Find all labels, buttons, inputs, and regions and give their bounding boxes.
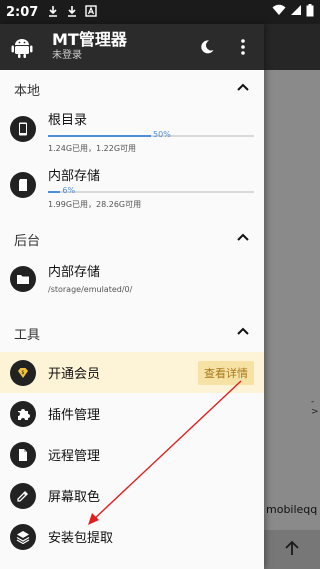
file-icon (10, 441, 36, 468)
puzzle-icon (10, 400, 36, 427)
section-local-title: 本地 (14, 83, 41, 99)
tool-item-membership[interactable]: $ 开通会员 查看详情 (0, 352, 264, 393)
wifi-icon (272, 4, 286, 20)
storage-percent: 50% (153, 130, 171, 139)
storage-progress-fill (48, 135, 151, 137)
background-app-header (264, 24, 320, 70)
storage-item-internal[interactable]: 内部存储 6% 1.99G已用，28.26G可用 (0, 164, 264, 220)
layers-icon (10, 523, 36, 550)
background-small-arrow: -> (311, 397, 319, 417)
header-titles: MT管理器 未登录 (52, 31, 182, 63)
folder-icon (10, 266, 36, 292)
section-tools[interactable]: 工具 (0, 314, 264, 352)
tool-label: 插件管理 (48, 408, 101, 423)
section-background[interactable]: 后台 (0, 220, 264, 258)
section-background-title: 后台 (14, 233, 41, 249)
arrow-up-icon[interactable] (283, 539, 301, 561)
app-title: MT管理器 (52, 30, 127, 49)
login-status[interactable]: 未登录 (52, 49, 182, 63)
more-options-icon[interactable] (232, 36, 254, 58)
storage-detail: 1.99G已用，28.26G可用 (48, 200, 142, 209)
storage-name: 根目录 (48, 113, 88, 128)
tool-item-remote[interactable]: 远程管理 (0, 434, 264, 475)
background-item-path: /storage/emulated/0/ (48, 285, 133, 294)
tool-label: 远程管理 (48, 449, 101, 464)
vip-diamond-icon: $ (10, 359, 36, 386)
section-local[interactable]: 本地 (0, 70, 264, 108)
background-app-footer (264, 530, 320, 569)
tool-label: 开通会员 (48, 367, 101, 382)
storage-progress-fill (48, 191, 61, 193)
download-icon (46, 5, 60, 19)
storage-progress-bar: 50% (48, 130, 254, 139)
chevron-up-icon[interactable] (236, 230, 250, 248)
chevron-up-icon[interactable] (236, 324, 250, 342)
eyedropper-icon (10, 482, 36, 509)
android-icon (10, 35, 34, 59)
background-app-text: mobileqq (266, 503, 318, 516)
download-icon (65, 5, 79, 19)
tool-item-plugin[interactable]: 插件管理 (0, 393, 264, 434)
view-details-button[interactable]: 查看详情 (198, 360, 254, 385)
navigation-drawer: MT管理器 未登录 本地 根目录 50% 1.24G已用，1.22G可用 内部存… (0, 24, 264, 569)
background-app-content[interactable] (264, 70, 320, 569)
status-bar: 2:07 (0, 0, 320, 24)
tool-item-color-picker[interactable]: 屏幕取色 (0, 475, 264, 516)
tool-label: 安装包提取 (48, 531, 114, 546)
status-time: 2:07 (6, 4, 39, 20)
tool-label: 屏幕取色 (48, 490, 101, 505)
battery-icon (306, 3, 314, 21)
svg-text:$: $ (21, 370, 24, 376)
drawer-header: MT管理器 未登录 (0, 24, 264, 70)
status-right (272, 3, 314, 21)
storage-percent: 6% (62, 186, 76, 195)
section-tools-title: 工具 (14, 327, 41, 343)
tool-item-apk-extract[interactable]: 安装包提取 (0, 516, 264, 557)
background-item-name: 内部存储 (48, 265, 101, 280)
storage-name: 内部存储 (48, 169, 101, 184)
storage-item-root[interactable]: 根目录 50% 1.24G已用，1.22G可用 (0, 108, 264, 164)
background-item-internal[interactable]: 内部存储 /storage/emulated/0/ (0, 258, 264, 314)
sd-card-icon (10, 172, 36, 198)
storage-detail: 1.24G已用，1.22G可用 (48, 144, 137, 153)
signal-icon (290, 4, 302, 20)
app-icon (84, 5, 98, 19)
phone-icon (10, 116, 36, 142)
chevron-up-icon[interactable] (236, 80, 250, 98)
storage-progress-bar: 6% (48, 186, 254, 195)
night-mode-icon[interactable] (196, 36, 218, 58)
